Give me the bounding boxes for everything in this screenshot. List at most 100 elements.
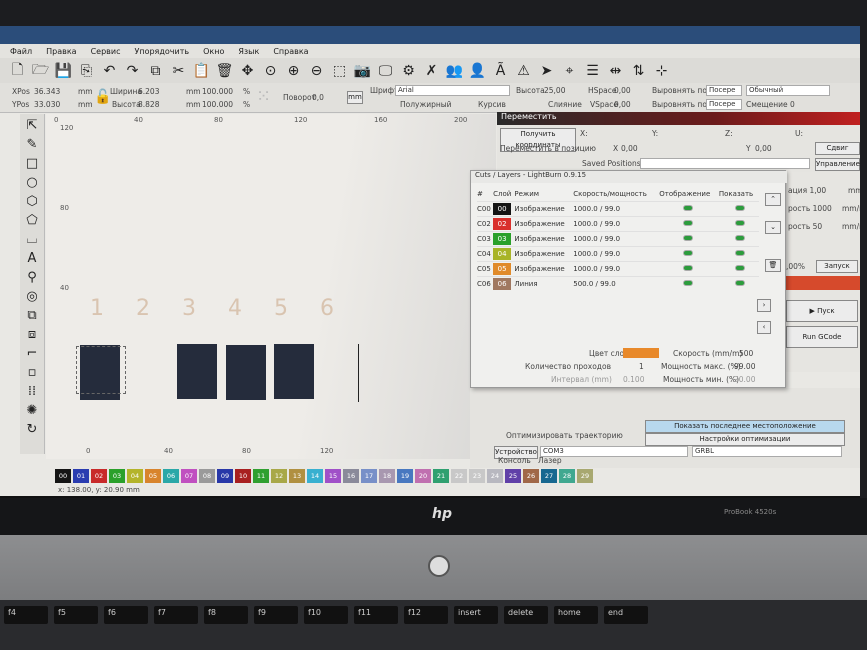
text-tool-icon[interactable]: A xyxy=(28,251,37,267)
target-icon[interactable]: ⌖ xyxy=(560,61,579,80)
palette-color-07[interactable]: 07 xyxy=(181,469,197,483)
weld-tool-icon[interactable]: ⧉ xyxy=(27,308,36,324)
palette-color-03[interactable]: 03 xyxy=(109,469,125,483)
layer-swatch[interactable]: 00 xyxy=(493,202,512,215)
palette-color-14[interactable]: 14 xyxy=(307,469,323,483)
image-block[interactable] xyxy=(274,344,314,399)
output-toggle[interactable] xyxy=(683,234,694,241)
image-block[interactable] xyxy=(177,344,217,399)
import-icon[interactable]: ⎘ xyxy=(77,61,96,80)
output-toggle[interactable] xyxy=(683,204,694,211)
power-max-value[interactable]: 99.00 xyxy=(734,362,755,371)
rotate-value[interactable]: 0,0 xyxy=(312,93,324,102)
menu-6[interactable]: Справка xyxy=(273,47,308,56)
layer-swatch[interactable]: 06 xyxy=(493,277,512,290)
menu-0[interactable]: Файл xyxy=(10,47,32,56)
align-icon[interactable]: ⇹ xyxy=(606,61,625,80)
open-folder-icon[interactable]: 🗁 xyxy=(31,61,50,80)
key-f10[interactable]: f10 xyxy=(304,606,348,624)
hspace-value[interactable]: 0,00 xyxy=(614,86,631,95)
engraving-number[interactable]: 2 xyxy=(136,296,150,321)
engraving-number[interactable]: 4 xyxy=(228,296,242,321)
key-home[interactable]: home xyxy=(554,606,598,624)
output-toggle[interactable] xyxy=(683,279,694,286)
move-x-value[interactable]: 0,00 xyxy=(621,144,638,153)
position-marker-tool-icon[interactable]: ⚲ xyxy=(27,270,37,286)
engraving-number[interactable]: 6 xyxy=(320,296,334,321)
layer-mode[interactable]: Изображение xyxy=(514,260,574,276)
palette-color-27[interactable]: 27 xyxy=(541,469,557,483)
camera-icon[interactable]: 📷 xyxy=(353,61,372,80)
show-toggle[interactable] xyxy=(734,264,745,271)
layer-row[interactable]: C02 02 Изображение 1000.0 / 99.0 xyxy=(477,215,759,231)
palette-color-29[interactable]: 29 xyxy=(577,469,593,483)
column-header-0[interactable]: # xyxy=(477,187,493,201)
text-tool-icon[interactable]: Ã xyxy=(491,61,510,80)
layer-swatch[interactable]: 03 xyxy=(493,232,512,245)
user-icon[interactable]: 👤 xyxy=(468,61,487,80)
menu-3[interactable]: Упорядочить xyxy=(134,47,189,56)
manage-button[interactable]: Управление xyxy=(815,158,860,171)
saved-positions-select[interactable] xyxy=(640,158,810,169)
palette-color-10[interactable]: 10 xyxy=(235,469,251,483)
grid-array-tool-icon[interactable]: ⁞⁞ xyxy=(28,384,36,400)
start-button[interactable]: Запуск xyxy=(816,260,858,273)
pencil-tool-icon[interactable]: ✎ xyxy=(27,137,38,153)
controller-select[interactable]: GRBL xyxy=(692,446,842,457)
anchor-grid-icon[interactable]: ⁙ xyxy=(256,86,271,107)
palette-color-11[interactable]: 11 xyxy=(253,469,269,483)
key-delete[interactable]: delete xyxy=(504,606,548,624)
palette-color-28[interactable]: 28 xyxy=(559,469,575,483)
warning-icon[interactable]: ⚠ xyxy=(514,61,533,80)
column-header-2[interactable]: Режим xyxy=(514,187,573,201)
rotate-tool-icon[interactable]: ↻ xyxy=(27,422,38,438)
run-button[interactable]: ▶ Пуск xyxy=(786,300,858,322)
layer-row[interactable]: C05 05 Изображение 1000.0 / 99.0 xyxy=(477,260,759,276)
redo-icon[interactable]: ↷ xyxy=(123,61,142,80)
palette-color-15[interactable]: 15 xyxy=(325,469,341,483)
xpos-value[interactable]: 36.343 xyxy=(34,87,60,96)
arrow-right-button[interactable]: › xyxy=(757,299,771,312)
zoom-out-icon[interactable]: ⊖ xyxy=(307,61,326,80)
column-header-1[interactable]: Слой xyxy=(493,187,514,201)
rectangle-tool-icon[interactable]: □ xyxy=(26,156,38,172)
palette-color-21[interactable]: 21 xyxy=(433,469,449,483)
zoom-fit-icon[interactable]: ⊙ xyxy=(261,61,280,80)
show-last-position-button[interactable]: Показать последнее местоположение xyxy=(645,420,845,433)
menu-1[interactable]: Правка xyxy=(46,47,76,56)
design-canvas[interactable]: 0 40 80 120 160 200 120 80 40 0 40 80 120 1 2 3 4 5 6 xyxy=(46,114,496,459)
scale-x[interactable]: 100.000 xyxy=(202,87,233,96)
palette-color-13[interactable]: 13 xyxy=(289,469,305,483)
style-select[interactable]: Обычный xyxy=(746,85,830,96)
frame-select-icon[interactable]: ⬚ xyxy=(330,61,349,80)
palette-color-20[interactable]: 20 xyxy=(415,469,431,483)
show-toggle[interactable] xyxy=(734,249,745,256)
key-f5[interactable]: f5 xyxy=(54,606,98,624)
layer-swatch[interactable]: 02 xyxy=(493,217,512,230)
key-f4[interactable]: f4 xyxy=(4,606,48,624)
right-row-4[interactable]: ,00% xyxy=(786,262,805,271)
key-end[interactable]: end xyxy=(604,606,648,624)
menu-2[interactable]: Сервис xyxy=(91,47,121,56)
layer-mode[interactable]: Изображение xyxy=(514,215,574,231)
vertical-line-shape[interactable] xyxy=(358,344,359,402)
text-height-value[interactable]: 25,00 xyxy=(544,86,565,95)
new-file-icon[interactable]: 🗋 xyxy=(8,61,27,80)
run-gcode-button[interactable]: Run GCode xyxy=(786,326,858,348)
zoom-in-icon[interactable]: ⊕ xyxy=(284,61,303,80)
power-min-value[interactable]: 20.00 xyxy=(734,375,755,384)
selection-box[interactable] xyxy=(76,346,126,394)
right-row-2[interactable]: рость 1000 xyxy=(788,204,832,213)
optimization-settings-button[interactable]: Настройки оптимизации xyxy=(645,433,845,446)
cut-icon[interactable]: ✂ xyxy=(169,61,188,80)
tab-laser[interactable]: Лазер xyxy=(538,456,562,465)
monitor-icon[interactable]: 🖵 xyxy=(376,61,395,80)
palette-color-08[interactable]: 08 xyxy=(199,469,215,483)
output-toggle[interactable] xyxy=(683,264,694,271)
bold-toggle[interactable]: Полужирный xyxy=(400,100,452,109)
key-f6[interactable]: f6 xyxy=(104,606,148,624)
italic-toggle[interactable]: Курсив xyxy=(478,100,506,109)
menu-5[interactable]: Язык xyxy=(238,47,259,56)
arrow-left-button[interactable]: ‹ xyxy=(757,321,771,334)
save-icon[interactable]: 💾 xyxy=(54,61,73,80)
